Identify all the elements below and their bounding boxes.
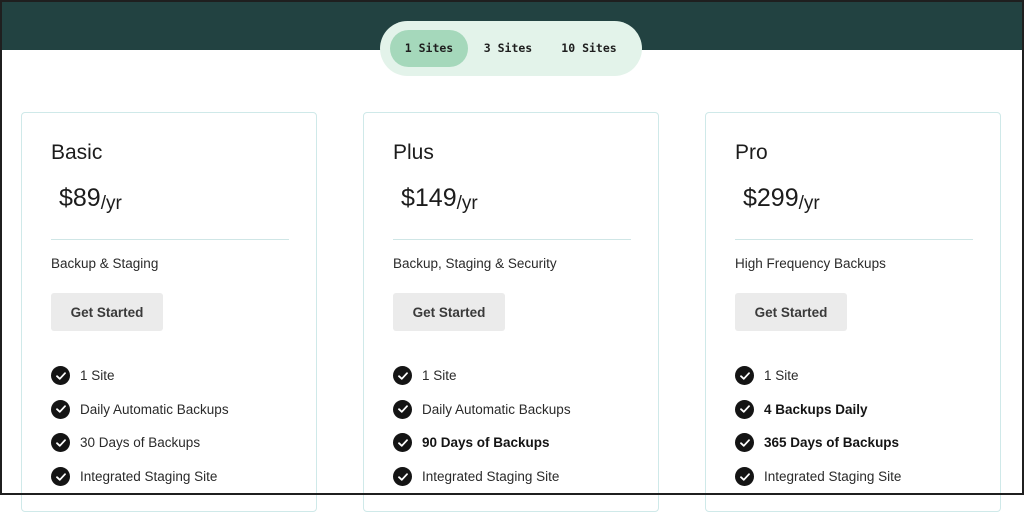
plan-price: $149/yr <box>401 184 478 214</box>
price-amount: $299 <box>743 184 799 212</box>
plan-card-pro: Pro $299/yr High Frequency Backups Get S… <box>705 112 1001 512</box>
check-circle-icon <box>735 366 754 386</box>
feature-text: 90 Days of Backups <box>422 435 550 451</box>
site-count-toggle: 1 Sites 3 Sites 10 Sites <box>380 21 642 76</box>
feature-item: 90 Days of Backups <box>393 426 571 460</box>
plan-price: $299/yr <box>743 184 820 214</box>
feature-item: 365 Days of Backups <box>735 426 901 460</box>
feature-item: Daily Automatic Backups <box>51 393 229 427</box>
feature-text: 4 Backups Daily <box>764 401 868 417</box>
get-started-button[interactable]: Get Started <box>51 293 163 331</box>
feature-text: 365 Days of Backups <box>764 435 900 451</box>
feature-text: 1 Site <box>422 368 457 384</box>
plan-tagline: Backup, Staging & Security <box>393 256 557 271</box>
plan-name: Basic <box>51 141 103 164</box>
check-circle-icon <box>51 399 70 419</box>
price-unit: /yr <box>100 193 122 214</box>
feature-text: Integrated Staging Site <box>80 469 218 485</box>
price-unit: /yr <box>456 193 478 214</box>
feature-list: 1 Site Daily Automatic Backups 90 Days o… <box>393 359 571 493</box>
check-circle-icon <box>735 467 754 487</box>
get-started-button[interactable]: Get Started <box>393 293 505 331</box>
price-amount: $89 <box>59 184 101 212</box>
plan-name: Pro <box>735 141 768 164</box>
check-circle-icon <box>393 366 412 386</box>
feature-text: Integrated Staging Site <box>764 469 902 485</box>
feature-item: Daily Automatic Backups <box>393 393 571 427</box>
check-circle-icon <box>393 433 412 453</box>
check-circle-icon <box>393 467 412 487</box>
divider <box>393 239 631 240</box>
feature-item: 1 Site <box>735 359 901 393</box>
toggle-option-3-sites[interactable]: 3 Sites <box>468 30 548 67</box>
feature-text: 30 Days of Backups <box>80 435 201 451</box>
feature-item: 4 Backups Daily <box>735 393 901 427</box>
check-circle-icon <box>735 399 754 419</box>
toggle-option-10-sites[interactable]: 10 Sites <box>548 30 630 67</box>
feature-item: Integrated Staging Site <box>735 460 901 494</box>
plan-tagline: Backup & Staging <box>51 256 159 271</box>
feature-item: Integrated Staging Site <box>51 460 229 494</box>
plan-name: Plus <box>393 141 434 164</box>
divider <box>51 239 289 240</box>
feature-text: Integrated Staging Site <box>422 469 560 485</box>
plan-tagline: High Frequency Backups <box>735 256 886 271</box>
feature-item: 30 Days of Backups <box>51 426 229 460</box>
toggle-option-1-sites[interactable]: 1 Sites <box>390 30 468 67</box>
plan-price: $89/yr <box>59 184 122 214</box>
feature-list: 1 Site 4 Backups Daily 365 Days of Backu… <box>735 359 901 493</box>
check-circle-icon <box>393 399 412 419</box>
feature-text: 1 Site <box>764 368 799 384</box>
get-started-button[interactable]: Get Started <box>735 293 847 331</box>
divider <box>735 239 973 240</box>
feature-text: Daily Automatic Backups <box>80 401 229 417</box>
plan-card-basic: Basic $89/yr Backup & Staging Get Starte… <box>21 112 317 512</box>
feature-text: 1 Site <box>80 368 115 384</box>
check-circle-icon <box>51 467 70 487</box>
check-circle-icon <box>51 366 70 386</box>
feature-text: Daily Automatic Backups <box>422 401 571 417</box>
feature-item: 1 Site <box>393 359 571 393</box>
feature-item: Integrated Staging Site <box>393 460 571 494</box>
check-circle-icon <box>51 433 70 453</box>
check-circle-icon <box>735 433 754 453</box>
plan-card-plus: Plus $149/yr Backup, Staging & Security … <box>363 112 659 512</box>
feature-list: 1 Site Daily Automatic Backups 30 Days o… <box>51 359 229 493</box>
feature-item: 1 Site <box>51 359 229 393</box>
price-unit: /yr <box>798 193 820 214</box>
price-amount: $149 <box>401 184 457 212</box>
